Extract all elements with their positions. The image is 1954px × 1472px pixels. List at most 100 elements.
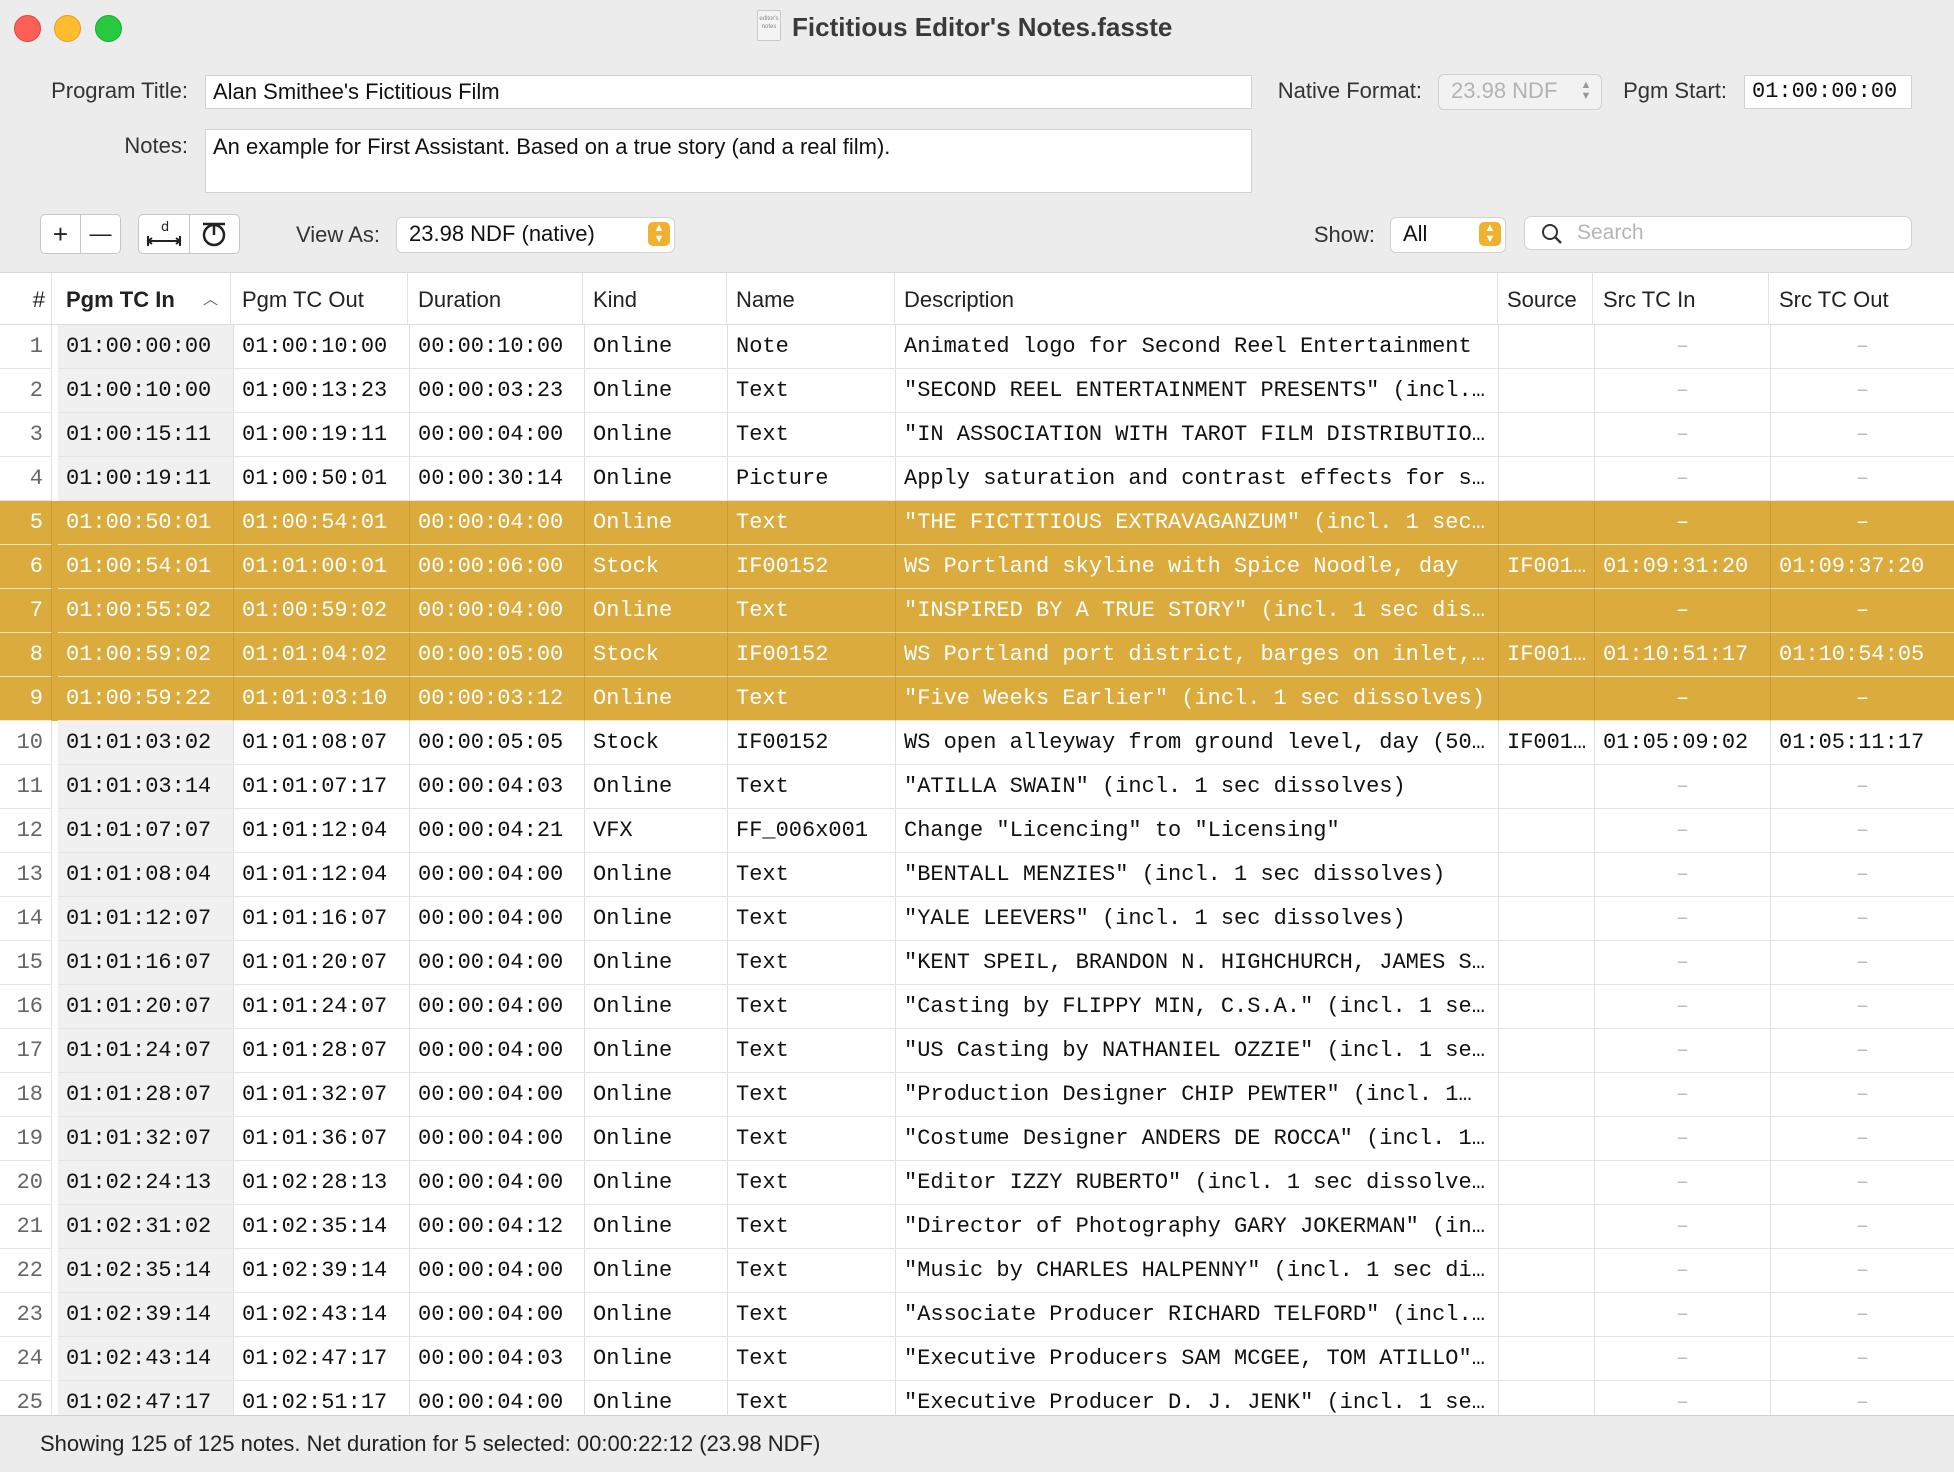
source-cell: IF001… <box>1499 545 1595 589</box>
row-number-cell: 24 <box>0 1337 52 1381</box>
minimize-window-button[interactable] <box>54 15 81 42</box>
column-header-kind[interactable]: Kind <box>585 273 727 324</box>
table-row[interactable]: 1 01:00:00:00 01:00:10:00 00:00:10:00 Online… <box>0 325 1954 369</box>
sync-timecode-button[interactable] <box>190 215 240 253</box>
table-row[interactable]: 16 01:01:20:07 01:01:24:07 00:00:04:00 Onlin… <box>0 985 1954 1029</box>
column-header-source[interactable]: Source <box>1499 273 1593 324</box>
table-row[interactable]: 15 01:01:16:07 01:01:20:07 00:00:04:00 Onlin… <box>0 941 1954 985</box>
src-tc-out-cell: 01:10:54:05 <box>1771 633 1954 677</box>
name-cell: Text <box>728 413 896 457</box>
table-row[interactable]: 12 01:01:07:07 01:01:12:04 00:00:04:21 VFX FF… <box>0 809 1954 853</box>
table-row[interactable]: 6 01:00:54:01 01:01:00:01 00:00:06:00 Stock I… <box>0 545 1954 589</box>
view-as-popup[interactable]: 23.98 NDF (native) ▲ ▼ <box>396 217 675 253</box>
duration-cell: 00:00:04:12 <box>410 1205 585 1249</box>
duration-cell: 00:00:04:00 <box>410 985 585 1029</box>
pgm-tc-in-cell: 01:02:39:14 <box>58 1293 234 1337</box>
duration-cell: 00:00:04:00 <box>410 941 585 985</box>
close-window-button[interactable] <box>14 15 41 42</box>
source-cell <box>1499 897 1595 941</box>
column-header-pgm-tc-in[interactable]: Pgm TC In ︿ <box>58 273 231 324</box>
src-tc-in-cell: – <box>1595 941 1771 985</box>
duration-cell: 00:00:10:00 <box>410 325 585 369</box>
description-cell: "Costume Designer ANDERS DE ROCCA" (incl… <box>896 1117 1499 1161</box>
row-number-cell: 11 <box>0 765 52 809</box>
pgm-tc-out-cell: 01:01:16:07 <box>234 897 410 941</box>
name-cell: IF00152 <box>728 545 896 589</box>
table-row[interactable]: 7 01:00:55:02 01:00:59:02 00:00:04:00 Online… <box>0 589 1954 633</box>
table-row[interactable]: 19 01:01:32:07 01:01:36:07 00:00:04:00 Onlin… <box>0 1117 1954 1161</box>
src-tc-in-cell: – <box>1595 1293 1771 1337</box>
pgm-tc-out-cell: 01:01:00:01 <box>234 545 410 589</box>
description-cell: "Director of Photography GARY JOKERMAN" … <box>896 1205 1499 1249</box>
table-row[interactable]: 4 01:00:19:11 01:00:50:01 00:00:30:14 Online… <box>0 457 1954 501</box>
source-cell <box>1499 1381 1595 1416</box>
row-number-cell: 8 <box>0 633 52 677</box>
name-cell: Text <box>728 1381 896 1416</box>
table-row[interactable]: 18 01:01:28:07 01:01:32:07 00:00:04:00 Onlin… <box>0 1073 1954 1117</box>
title-bar: editor's notes Fictitious Editor's Notes… <box>0 0 1954 54</box>
name-cell: Text <box>728 1337 896 1381</box>
src-tc-out-cell: – <box>1771 809 1954 853</box>
native-format-popup: 23.98 NDF ▲ ▼ <box>1438 74 1602 110</box>
row-number-cell: 14 <box>0 897 52 941</box>
column-header-src-tc-out[interactable]: Src TC Out <box>1771 273 1954 324</box>
table-row[interactable]: 11 01:01:03:14 01:01:07:17 00:00:04:03 Onlin… <box>0 765 1954 809</box>
column-header-duration[interactable]: Duration <box>410 273 583 324</box>
description-cell: "Casting by FLIPPY MIN, C.S.A." (incl. 1… <box>896 985 1499 1029</box>
remove-note-button[interactable]: — <box>81 215 120 253</box>
row-number-cell: 15 <box>0 941 52 985</box>
set-duration-button[interactable]: d <box>139 215 190 253</box>
column-header-src-tc-in[interactable]: Src TC In <box>1595 273 1769 324</box>
table-row[interactable]: 17 01:01:24:07 01:01:28:07 00:00:04:00 Onlin… <box>0 1029 1954 1073</box>
src-tc-in-cell: – <box>1595 1205 1771 1249</box>
src-tc-out-cell: – <box>1771 1029 1954 1073</box>
column-header-pgm-tc-out[interactable]: Pgm TC Out <box>234 273 408 324</box>
notes-field[interactable]: An example for First Assistant. Based on… <box>205 129 1252 193</box>
table-row[interactable]: 20 01:02:24:13 01:02:28:13 00:00:04:00 Onlin… <box>0 1161 1954 1205</box>
source-cell: IF001… <box>1499 633 1595 677</box>
name-cell: Picture <box>728 457 896 501</box>
pgm-start-field[interactable]: 01:00:00:00 <box>1744 75 1912 109</box>
row-number-cell: 19 <box>0 1117 52 1161</box>
table-row[interactable]: 5 01:00:50:01 01:00:54:01 00:00:04:00 Online… <box>0 501 1954 545</box>
table-row[interactable]: 8 01:00:59:02 01:01:04:02 00:00:05:00 Stock I… <box>0 633 1954 677</box>
zoom-window-button[interactable] <box>95 15 122 42</box>
pgm-tc-out-cell: 01:00:59:02 <box>234 589 410 633</box>
source-cell <box>1499 941 1595 985</box>
table-row[interactable]: 2 01:00:10:00 01:00:13:23 00:00:03:23 Online… <box>0 369 1954 413</box>
table-row[interactable]: 14 01:01:12:07 01:01:16:07 00:00:04:00 Onlin… <box>0 897 1954 941</box>
src-tc-in-cell: 01:05:09:02 <box>1595 721 1771 765</box>
timing-tools-group: d <box>138 214 240 254</box>
search-field[interactable]: Search <box>1524 216 1912 250</box>
show-filter-popup[interactable]: All ▲ ▼ <box>1390 217 1506 253</box>
description-cell: Change "Licencing" to "Licensing" <box>896 809 1499 853</box>
row-number-cell: 18 <box>0 1073 52 1117</box>
source-cell <box>1499 1337 1595 1381</box>
pgm-tc-out-cell: 01:02:39:14 <box>234 1249 410 1293</box>
table-row[interactable]: 24 01:02:43:14 01:02:47:17 00:00:04:03 Onlin… <box>0 1337 1954 1381</box>
table-row[interactable]: 21 01:02:31:02 01:02:35:14 00:00:04:12 Onlin… <box>0 1205 1954 1249</box>
duration-cell: 00:00:04:00 <box>410 1381 585 1416</box>
src-tc-in-cell: 01:10:51:17 <box>1595 633 1771 677</box>
column-header-name[interactable]: Name <box>728 273 895 324</box>
table-row[interactable]: 9 01:00:59:22 01:01:03:10 00:00:03:12 Online… <box>0 677 1954 721</box>
column-header-description[interactable]: Description <box>896 273 1498 324</box>
src-tc-in-cell: – <box>1595 1073 1771 1117</box>
column-header-number[interactable]: # <box>0 273 52 324</box>
add-remove-group: + — <box>40 214 121 254</box>
row-number-cell: 20 <box>0 1161 52 1205</box>
pgm-tc-in-cell: 01:02:31:02 <box>58 1205 234 1249</box>
kind-cell: Online <box>585 589 728 633</box>
program-title-field[interactable]: Alan Smithee's Fictitious Film <box>205 75 1252 109</box>
table-row[interactable]: 22 01:02:35:14 01:02:39:14 00:00:04:00 Onlin… <box>0 1249 1954 1293</box>
duration-cell: 00:00:04:03 <box>410 765 585 809</box>
table-row[interactable]: 23 01:02:39:14 01:02:43:14 00:00:04:00 Onlin… <box>0 1293 1954 1337</box>
table-row[interactable]: 10 01:01:03:02 01:01:08:07 00:00:05:05 Stock… <box>0 721 1954 765</box>
table-row[interactable]: 3 01:00:15:11 01:00:19:11 00:00:04:00 Online… <box>0 413 1954 457</box>
description-cell: "Executive Producers SAM MCGEE, TOM ATIL… <box>896 1337 1499 1381</box>
add-note-button[interactable]: + <box>41 215 81 253</box>
pgm-tc-out-cell: 01:02:51:17 <box>234 1381 410 1416</box>
pgm-tc-in-cell: 01:01:16:07 <box>58 941 234 985</box>
table-row[interactable]: 25 01:02:47:17 01:02:51:17 00:00:04:00 Onlin… <box>0 1381 1954 1416</box>
table-row[interactable]: 13 01:01:08:04 01:01:12:04 00:00:04:00 Onlin… <box>0 853 1954 897</box>
